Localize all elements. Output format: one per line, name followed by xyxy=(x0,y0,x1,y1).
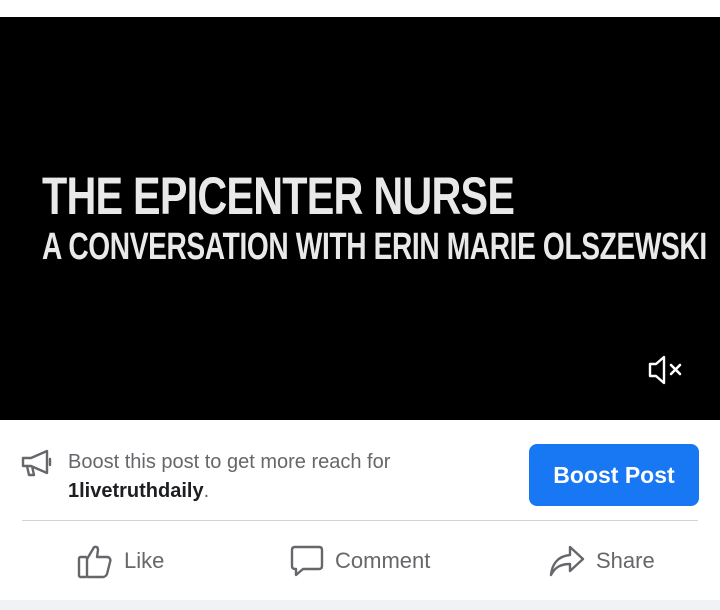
megaphone-icon xyxy=(21,449,52,477)
page-name: 1livetruthdaily xyxy=(68,480,204,502)
post-card: THE EPICENTER NURSE A CONVERSATION WITH … xyxy=(0,0,720,610)
share-button[interactable]: Share xyxy=(548,539,655,583)
comment-button[interactable]: Comment xyxy=(289,539,430,583)
comment-label: Comment xyxy=(335,548,431,573)
share-label: Share xyxy=(596,548,655,573)
video-title: THE EPICENTER NURSE xyxy=(42,167,515,226)
share-icon xyxy=(549,545,585,577)
boost-prompt: Boost this post to get more reach for 1l… xyxy=(0,420,720,520)
comment-icon xyxy=(290,545,324,577)
like-button[interactable]: Like xyxy=(76,539,164,583)
action-bar: Like Comment Share xyxy=(0,521,720,601)
speaker-muted-icon xyxy=(648,355,682,385)
boost-description: Boost this post to get more reach for 1l… xyxy=(68,448,498,506)
boost-text-suffix: . xyxy=(203,480,210,502)
boost-post-button[interactable]: Boost Post xyxy=(529,444,699,506)
like-label: Like xyxy=(124,548,165,573)
thumbs-up-icon xyxy=(77,545,112,579)
boost-text-prefix: Boost this post to get more reach for xyxy=(68,451,391,473)
video-subtitle: A CONVERSATION WITH ERIN MARIE OLSZEWSKI xyxy=(42,226,707,268)
mute-button[interactable] xyxy=(644,350,688,390)
video-player[interactable]: THE EPICENTER NURSE A CONVERSATION WITH … xyxy=(0,17,720,420)
card-bottom-separator xyxy=(0,600,720,610)
top-spacer xyxy=(0,0,720,17)
